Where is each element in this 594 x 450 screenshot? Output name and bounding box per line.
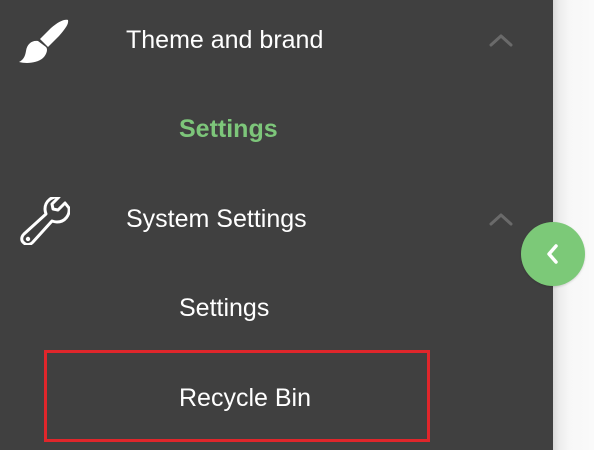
- collapse-sidebar-button[interactable]: [521, 222, 585, 286]
- sidebar-item-label: Recycle Bin: [179, 384, 311, 412]
- sidebar-item-theme-settings[interactable]: Settings: [179, 99, 278, 159]
- section-label: Theme and brand: [126, 26, 324, 54]
- wrench-icon: [18, 195, 71, 247]
- sidebar: Theme and brand Settings System Settings…: [0, 0, 553, 450]
- chevron-up-icon[interactable]: [486, 209, 516, 229]
- chevron-up-icon[interactable]: [486, 30, 516, 50]
- section-label: System Settings: [126, 205, 307, 233]
- section-system-settings[interactable]: System Settings: [0, 189, 553, 249]
- sidebar-item-recycle-bin[interactable]: Recycle Bin: [44, 350, 430, 442]
- paintbrush-icon: [18, 18, 70, 66]
- sidebar-item-system-settings[interactable]: Settings: [179, 278, 269, 338]
- section-theme-and-brand[interactable]: Theme and brand: [0, 10, 553, 70]
